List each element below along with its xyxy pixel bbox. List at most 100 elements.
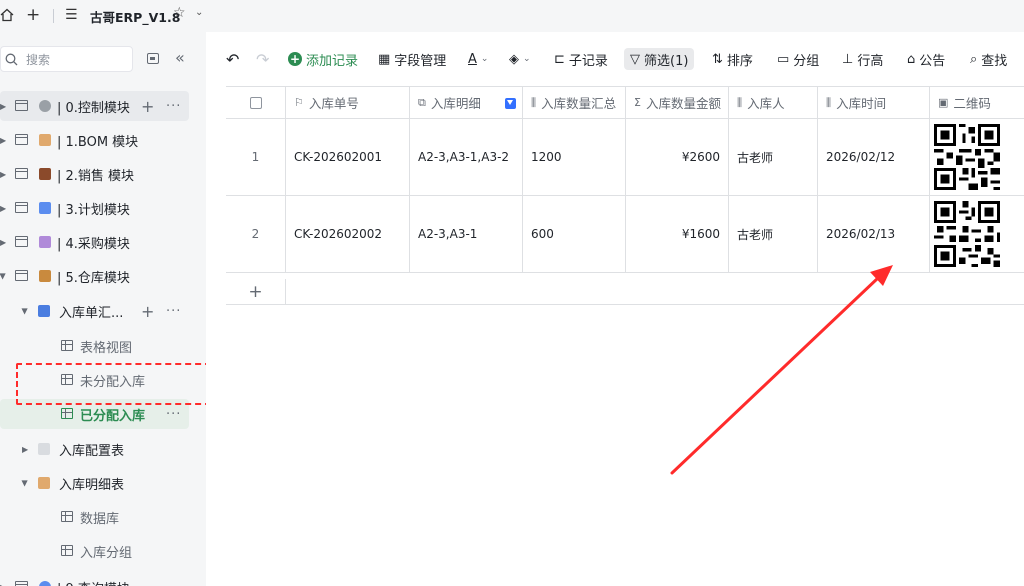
folder-icon — [15, 270, 28, 281]
sort-button[interactable]: ⇅ 排序 — [712, 48, 753, 70]
fill-color-button[interactable]: ◈ ⌄ — [509, 48, 531, 70]
sidebar-view-table[interactable]: 表格视图 — [0, 331, 206, 361]
column-header-no[interactable]: ⚐ 入库单号 — [286, 87, 410, 118]
qr-code-image[interactable] — [934, 201, 1000, 267]
view-label: 入库分组 — [80, 545, 133, 561]
calendar-icon — [39, 202, 51, 214]
plus-icon[interactable]: + — [26, 6, 40, 24]
chevron-down-icon[interactable]: ⌄ — [195, 7, 203, 18]
cell-amount[interactable]: ¥2600 — [626, 119, 729, 195]
cell-qty[interactable]: 600 — [523, 196, 626, 272]
select-all-checkbox[interactable] — [249, 96, 262, 109]
notice-button[interactable]: ⌂ 公告 — [907, 48, 945, 70]
cell-time[interactable]: 2026/02/13 — [818, 196, 930, 272]
sidebar-item-inbound-summary[interactable]: ▶ 入库单汇... + ··· — [0, 296, 206, 326]
expand-arrow-icon[interactable]: ▶ — [0, 238, 6, 247]
column-header-amount[interactable]: Σ 入库数量金额 — [626, 87, 729, 118]
more-icon[interactable]: ··· — [166, 304, 181, 319]
collapse-arrow-icon[interactable]: ▶ — [0, 273, 8, 279]
cell-no[interactable]: CK-202602002 — [286, 196, 410, 272]
sidebar-item-purchase[interactable]: ▶ | 4.采购模块 — [0, 227, 206, 257]
sidebar-item-warehouse[interactable]: ▶ | 5.仓库模块 — [0, 261, 206, 291]
header-label: 入库时间 — [836, 96, 887, 111]
menu-icon[interactable]: ☰ — [65, 6, 78, 24]
group-button[interactable]: ▭ 分组 — [777, 48, 819, 70]
column-header-detail[interactable]: ⧉ 入库明细 — [410, 87, 523, 118]
folder-icon — [15, 581, 28, 586]
collapse-arrow-icon[interactable]: ▶ — [21, 480, 30, 486]
table-row[interactable]: 2 CK-202602002 A2-3,A3-1 600 ¥1600 古老师 2… — [226, 196, 1024, 273]
star-icon[interactable]: ☆ — [173, 5, 186, 21]
table-row[interactable]: 1 CK-202602001 A2-3,A3-1,A3-2 1200 ¥2600… — [226, 119, 1024, 196]
header-label: 二维码 — [953, 96, 991, 111]
search-input[interactable]: 搜索 — [0, 46, 133, 72]
cell-time[interactable]: 2026/02/12 — [818, 119, 930, 195]
column-header-time[interactable]: ⫼ 入库时间 — [818, 87, 930, 118]
row-height-button[interactable]: ⊥ 行高 — [842, 48, 883, 70]
sidebar-item-query[interactable]: ▶ | 9.查询模块 — [0, 572, 206, 586]
cell-detail[interactable]: A2-3,A3-1,A3-2 — [410, 119, 523, 195]
add-icon[interactable]: + — [141, 302, 154, 321]
column-header-qrcode[interactable]: ▣ 二维码 — [930, 87, 1024, 118]
sidebar-item-label: | 9.查询模块 — [57, 578, 130, 586]
notice-label: 公告 — [919, 53, 946, 69]
find-button[interactable]: ⌕ 查找 — [970, 48, 1007, 70]
expand-arrow-icon[interactable]: ▶ — [0, 136, 6, 145]
column-header-qty[interactable]: ⫼ 入库数量汇总 — [523, 87, 626, 118]
find-label: 查找 — [981, 53, 1008, 69]
more-icon[interactable]: ··· — [166, 99, 181, 114]
cell-amount[interactable]: ¥1600 — [626, 196, 729, 272]
bar-chart-icon: ⫼ — [737, 95, 743, 109]
row-height-label: 行高 — [857, 53, 884, 69]
sidebar-view-database[interactable]: 数据库 — [0, 502, 206, 532]
chevron-down-icon: ⌄ — [523, 54, 531, 64]
search-icon — [5, 53, 18, 65]
sidebar-item-inbound-detail[interactable]: ▶ 入库明细表 — [0, 468, 206, 498]
panel-icon[interactable] — [147, 53, 159, 64]
cell-person[interactable]: 古老师 — [729, 119, 818, 195]
add-row-button[interactable]: + — [226, 279, 286, 305]
redo-icon[interactable]: ↷ — [256, 48, 269, 70]
text-color-button[interactable]: A ⌄ — [468, 48, 488, 70]
app-title[interactable]: 古哥ERP_V1.8 — [90, 7, 180, 26]
search-icon: ⌕ — [970, 51, 978, 67]
sidebar-item-sales[interactable]: ▶ | 2.销售 模块 — [0, 159, 206, 189]
cell-qrcode[interactable] — [930, 119, 1024, 195]
undo-icon[interactable]: ↶ — [226, 48, 239, 70]
header-label: 入库明细 — [430, 96, 481, 111]
field-manage-button[interactable]: ▦ 字段管理 — [378, 48, 446, 70]
cell-no[interactable]: CK-202602001 — [286, 119, 410, 195]
add-record-button[interactable]: + 添加记录 — [288, 48, 358, 70]
plus-circle-icon: + — [288, 52, 302, 66]
sidebar-view-grouping[interactable]: 入库分组 — [0, 536, 206, 566]
table-icon — [61, 511, 73, 522]
qr-code-image[interactable] — [934, 124, 1000, 190]
gear-icon — [39, 100, 51, 112]
home-icon[interactable] — [0, 8, 14, 22]
expand-arrow-icon[interactable]: ▶ — [0, 583, 6, 586]
collapse-arrow-icon[interactable]: ▶ — [21, 308, 30, 314]
filter-button[interactable]: ▽ 筛选(1) — [624, 48, 695, 70]
cell-detail[interactable]: A2-3,A3-1 — [410, 196, 523, 272]
sub-record-button[interactable]: ⊏ 子记录 — [554, 48, 608, 70]
expand-arrow-icon[interactable]: ▶ — [22, 445, 28, 454]
more-icon[interactable]: ··· — [166, 407, 181, 422]
add-icon[interactable]: + — [141, 97, 154, 116]
sort-label: 排序 — [726, 53, 753, 69]
expand-arrow-icon[interactable]: ▶ — [0, 102, 6, 111]
expand-arrow-icon[interactable]: ▶ — [0, 204, 6, 213]
collapse-sidebar-icon[interactable]: « — [175, 48, 185, 67]
cell-qrcode[interactable] — [930, 196, 1024, 272]
sidebar-item-bom[interactable]: ▶ | 1.BOM 模块 — [0, 125, 206, 155]
expand-arrow-icon[interactable]: ▶ — [0, 170, 6, 179]
chart-icon — [38, 305, 50, 317]
sidebar-item-control[interactable]: ▶ | 0.控制模块 + ··· — [0, 91, 206, 121]
view-label: 数据库 — [80, 511, 120, 527]
cell-person[interactable]: 古老师 — [729, 196, 818, 272]
box-icon — [39, 270, 51, 282]
sidebar-item-inbound-config[interactable]: ▶ 入库配置表 — [0, 434, 206, 464]
cell-qty[interactable]: 1200 — [523, 119, 626, 195]
column-header-person[interactable]: ⫼ 入库人 — [729, 87, 818, 118]
sidebar-item-plan[interactable]: ▶ | 3.计划模块 — [0, 193, 206, 223]
select-all-cell — [226, 87, 286, 118]
